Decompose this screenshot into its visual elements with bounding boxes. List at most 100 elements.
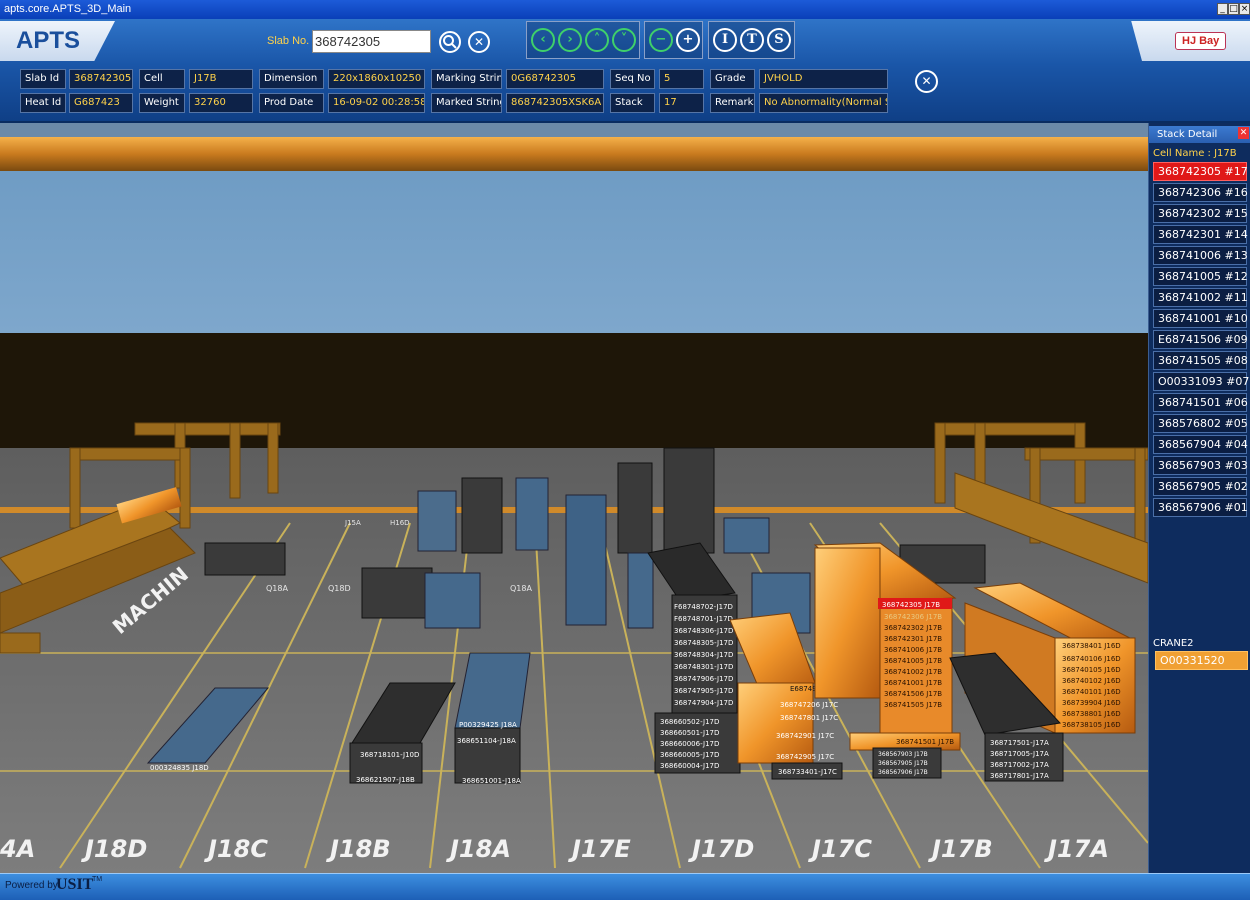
svg-text:368740106 J16D: 368740106 J16D — [1062, 655, 1121, 663]
bay-panel: HJ Bay — [1131, 21, 1250, 61]
pan-left-button[interactable]: ‹ — [531, 28, 555, 52]
close-info-button[interactable]: ✕ — [915, 70, 938, 93]
svg-text:368747801 J17C: 368747801 J17C — [780, 714, 838, 722]
row-label-5: H16D — [390, 519, 410, 527]
stack-label: Stack — [610, 93, 655, 113]
bay-label-j17b: J17B — [928, 835, 993, 863]
svg-text:368660501-J17D: 368660501-J17D — [660, 729, 719, 737]
stack-item[interactable]: 368742301 #14 — [1153, 225, 1248, 244]
stack-item[interactable]: 368742306 #16 — [1153, 183, 1248, 202]
apts-3d-main-window: apts.core.APTS_3D_Main _ □ × APTS HJ Bay… — [0, 0, 1250, 900]
header-toolbar: APTS HJ Bay Slab No. ✕ ‹ › ˄ ˅ − + I T S… — [0, 19, 1250, 123]
bay-label-j17e: J17E — [568, 835, 631, 863]
svg-text:368739904 J16D: 368739904 J16D — [1062, 699, 1121, 707]
pan-up-button[interactable]: ˄ — [585, 28, 609, 52]
row-label-3: Q18A — [510, 584, 532, 593]
minimize-button[interactable]: _ — [1217, 3, 1228, 15]
chevron-down-icon: ˅ — [620, 32, 628, 47]
svg-text:368741002 J17B: 368741002 J17B — [884, 668, 942, 676]
stack-item[interactable]: 368741002 #11 — [1153, 288, 1248, 307]
close-icon: ✕ — [1239, 128, 1248, 138]
svg-text:368742905 J17C: 368742905 J17C — [776, 753, 834, 761]
stack-item[interactable]: 368567906 #01 — [1153, 498, 1248, 517]
zoom-group: − + — [644, 21, 703, 59]
j17b-lower-labels: 368567903 J17B 368567905 J17B 368567906 … — [878, 751, 928, 776]
powered-by-label: Powered by — [5, 880, 58, 891]
mode-t-button[interactable]: T — [740, 28, 764, 52]
clear-search-button[interactable]: ✕ — [468, 31, 490, 53]
stack-item[interactable]: 368576802 #05 — [1153, 414, 1248, 433]
search-button[interactable] — [439, 31, 461, 53]
svg-text:368660006-J17D: 368660006-J17D — [660, 740, 719, 748]
mode-i-button[interactable]: I — [713, 28, 737, 52]
stack-item[interactable]: 368567905 #02 — [1153, 477, 1248, 496]
stack-item[interactable]: 368741005 #12 — [1153, 267, 1248, 286]
prod-date-label: Prod Date — [259, 93, 324, 113]
stack-item[interactable]: 368742302 #15 — [1153, 204, 1248, 223]
marked-string-value: 868742305XSK6A — [506, 93, 604, 113]
bay-label-j18d: J18D — [81, 835, 147, 863]
slab-id-label: Slab Id — [20, 69, 66, 89]
stack-item[interactable]: 368741006 #13 — [1153, 246, 1248, 265]
svg-text:368741005 J17B: 368741005 J17B — [884, 657, 942, 665]
svg-text:368717002-J17A: 368717002-J17A — [990, 761, 1049, 769]
zoom-out-button[interactable]: − — [649, 28, 673, 52]
seq-no-label: Seq No — [610, 69, 655, 89]
grade-label: Grade — [710, 69, 755, 89]
pan-down-button[interactable]: ˅ — [612, 28, 636, 52]
j18a-label-3: 368651001-J18A — [462, 777, 521, 785]
crane-slab-value[interactable]: O00331520 — [1155, 651, 1248, 670]
svg-text:368742901 J17C: 368742901 J17C — [776, 732, 834, 740]
pan-right-button[interactable]: › — [558, 28, 582, 52]
svg-text:368738401 J16D: 368738401 J16D — [1062, 642, 1121, 650]
stack-item[interactable]: E68741506 #09 — [1153, 330, 1248, 349]
grade-value: JVHOLD — [759, 69, 888, 89]
chevron-left-icon: ‹ — [540, 32, 546, 47]
view-mode-group: I T S — [708, 21, 795, 59]
yard-3d-view[interactable]: Q18A Q18D Q18A J15A H16D MACHIN 00032483… — [0, 123, 1148, 873]
row-label-2: Q18D — [328, 584, 351, 593]
j17b-stack-side[interactable] — [814, 547, 881, 699]
bay-label-j18b: J18B — [326, 835, 391, 863]
svg-text:368747206 J17C: 368747206 J17C — [780, 701, 838, 709]
maximize-button[interactable]: □ — [1228, 3, 1239, 15]
ceiling-strip — [0, 123, 1148, 137]
window-title-bar: apts.core.APTS_3D_Main _ □ × — [0, 0, 1250, 19]
stack-item[interactable]: 368741001 #10 — [1153, 309, 1248, 328]
heat-id-label: Heat Id — [20, 93, 66, 113]
j16d-stack[interactable] — [1054, 637, 1136, 734]
clear-icon: ✕ — [473, 35, 485, 49]
weight-label: Weight — [139, 93, 185, 113]
j18b-label-1: 368718101-J10D — [360, 751, 419, 759]
chevron-right-icon: › — [567, 32, 573, 47]
j17c-stack[interactable] — [737, 682, 814, 764]
close-window-button[interactable]: × — [1239, 3, 1250, 15]
bay-label-j17d: J17D — [688, 835, 754, 863]
stack-item[interactable]: O00331093 #07 — [1153, 372, 1249, 391]
svg-text:368741001 J17B: 368741001 J17B — [884, 679, 942, 687]
stack-detail-close-button[interactable]: ✕ — [1238, 127, 1249, 139]
svg-text:368717801-J17A: 368717801-J17A — [990, 772, 1049, 780]
mode-s-button[interactable]: S — [767, 28, 791, 52]
j18d-label: 000324835 J18D — [150, 764, 209, 772]
stack-item[interactable]: 368567904 #04 — [1153, 435, 1248, 454]
app-name: APTS — [16, 27, 81, 54]
stack-item[interactable]: 368741501 #06 — [1153, 393, 1248, 412]
stack-item[interactable]: 368567903 #03 — [1153, 456, 1248, 475]
svg-text:368660502-J17D: 368660502-J17D — [660, 718, 719, 726]
footer-bar: Powered by USIT TM — [0, 873, 1250, 900]
close-icon: ✕ — [921, 74, 932, 88]
stack-item[interactable]: 368742305 #17 — [1153, 162, 1248, 181]
marking-string-label: Marking String — [431, 69, 502, 89]
bay-badge[interactable]: HJ Bay — [1175, 32, 1227, 50]
marking-string-value: 0G68742305 — [506, 69, 604, 89]
slab-no-input[interactable] — [312, 30, 431, 53]
stack-item[interactable]: 368741505 #08 — [1153, 351, 1248, 370]
search-icon — [443, 35, 457, 49]
zoom-in-button[interactable]: + — [676, 28, 700, 52]
seq-no-value: 5 — [659, 69, 704, 89]
svg-text:368660005-J17D: 368660005-J17D — [660, 751, 719, 759]
stack-detail-title: Stack Detail — [1149, 126, 1250, 143]
svg-text:368717005-J17A: 368717005-J17A — [990, 750, 1049, 758]
stack-detail-panel: Stack Detail ✕ Cell Name : J17B 36874230… — [1148, 123, 1250, 873]
